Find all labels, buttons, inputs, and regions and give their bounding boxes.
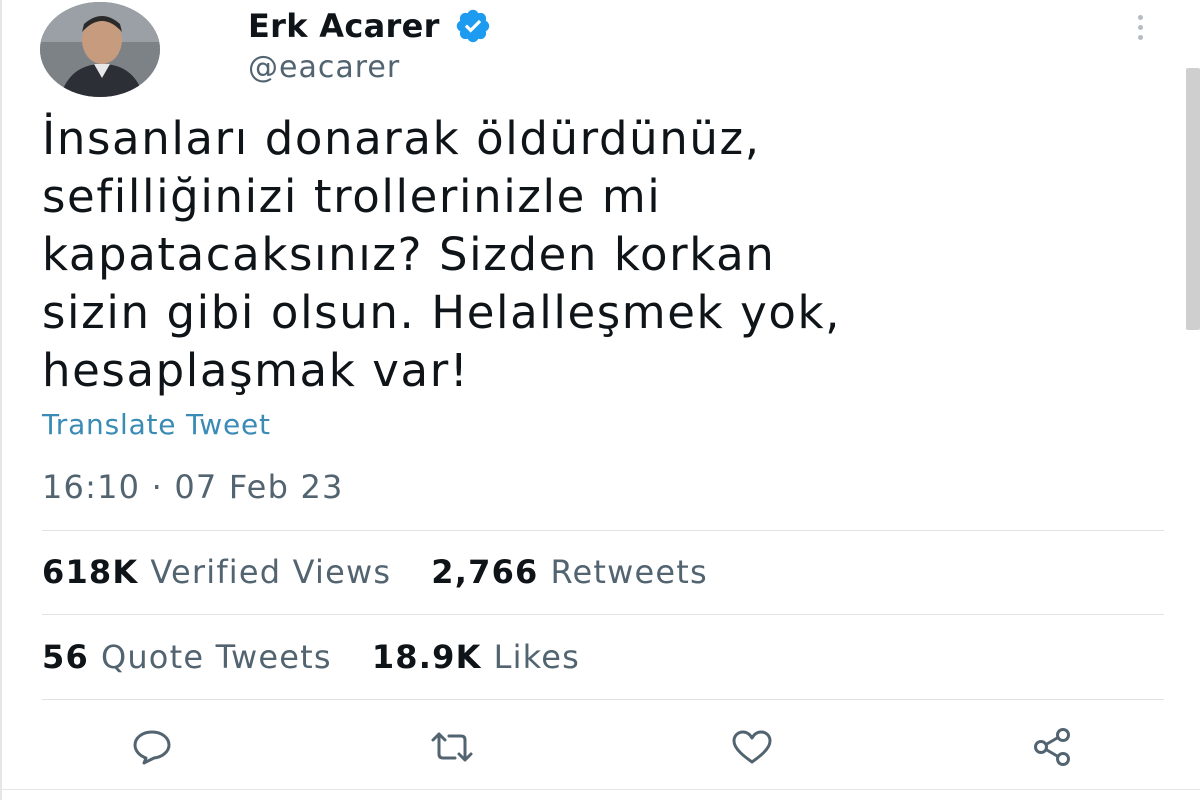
stats-row-views: 618K Verified Views 2,766 Retweets (42, 553, 708, 591)
avatar[interactable] (40, 2, 160, 97)
quote-tweets-count: 56 (42, 638, 89, 676)
tweet-detail: Erk Acarer @eacarer İnsanları donarak öl… (0, 0, 1200, 800)
translate-tweet-link[interactable]: Translate Tweet (42, 408, 271, 441)
likes-label: Likes (493, 638, 581, 676)
likes-count: 18.9K (371, 638, 482, 676)
reply-icon (133, 730, 171, 765)
retweet-icon (431, 732, 473, 762)
divider (42, 530, 1164, 531)
more-options-button[interactable] (1126, 12, 1154, 42)
action-bar (2, 715, 1200, 775)
views-label: Verified Views (150, 553, 392, 591)
heart-icon (732, 730, 772, 764)
likes-stat[interactable]: 18.9K Likes (372, 638, 580, 676)
retweets-label: Retweets (550, 553, 708, 591)
tweet-text: İnsanları donarak öldürdünüz, sefilliğin… (42, 110, 1162, 400)
retweets-count: 2,766 (431, 553, 539, 591)
divider (42, 699, 1164, 700)
reply-button[interactable] (122, 725, 182, 769)
quote-tweets-stat[interactable]: 56 Quote Tweets (42, 638, 332, 676)
views-stat[interactable]: 618K Verified Views (42, 553, 391, 591)
quote-tweets-label: Quote Tweets (100, 638, 332, 676)
tweet-timestamp[interactable]: 16:10 · 07 Feb 23 (42, 468, 344, 506)
share-icon (1034, 728, 1070, 766)
views-count: 618K (42, 553, 139, 591)
divider (42, 614, 1164, 615)
tweet-text-line: İnsanları donarak öldürdünüz, (42, 112, 761, 165)
tweet-text-line: sizin gibi olsun. Helalleşmek yok, (42, 286, 842, 339)
more-dot-icon (1137, 14, 1143, 20)
avatar-photo (40, 2, 160, 97)
tweet-text-line: sefilliğinizi trollerinizle mi (42, 170, 662, 223)
retweets-stat[interactable]: 2,766 Retweets (431, 553, 708, 591)
user-header: Erk Acarer (248, 4, 492, 48)
more-dot-icon (1137, 24, 1143, 30)
display-name[interactable]: Erk Acarer (248, 7, 440, 45)
share-button[interactable] (1022, 725, 1082, 769)
verified-badge-icon (456, 9, 489, 43)
bottom-border (2, 789, 1200, 790)
tweet-text-line: hesaplaşmak var! (42, 344, 470, 397)
like-button[interactable] (722, 725, 782, 769)
tweet-text-line: kapatacaksınız? Sizden korkan (42, 228, 776, 281)
retweet-button[interactable] (422, 725, 482, 769)
scrollbar-thumb[interactable] (1186, 68, 1200, 330)
more-dot-icon (1137, 34, 1143, 40)
user-handle[interactable]: @eacarer (248, 50, 400, 85)
stats-row-engagement: 56 Quote Tweets 18.9K Likes (42, 638, 580, 676)
